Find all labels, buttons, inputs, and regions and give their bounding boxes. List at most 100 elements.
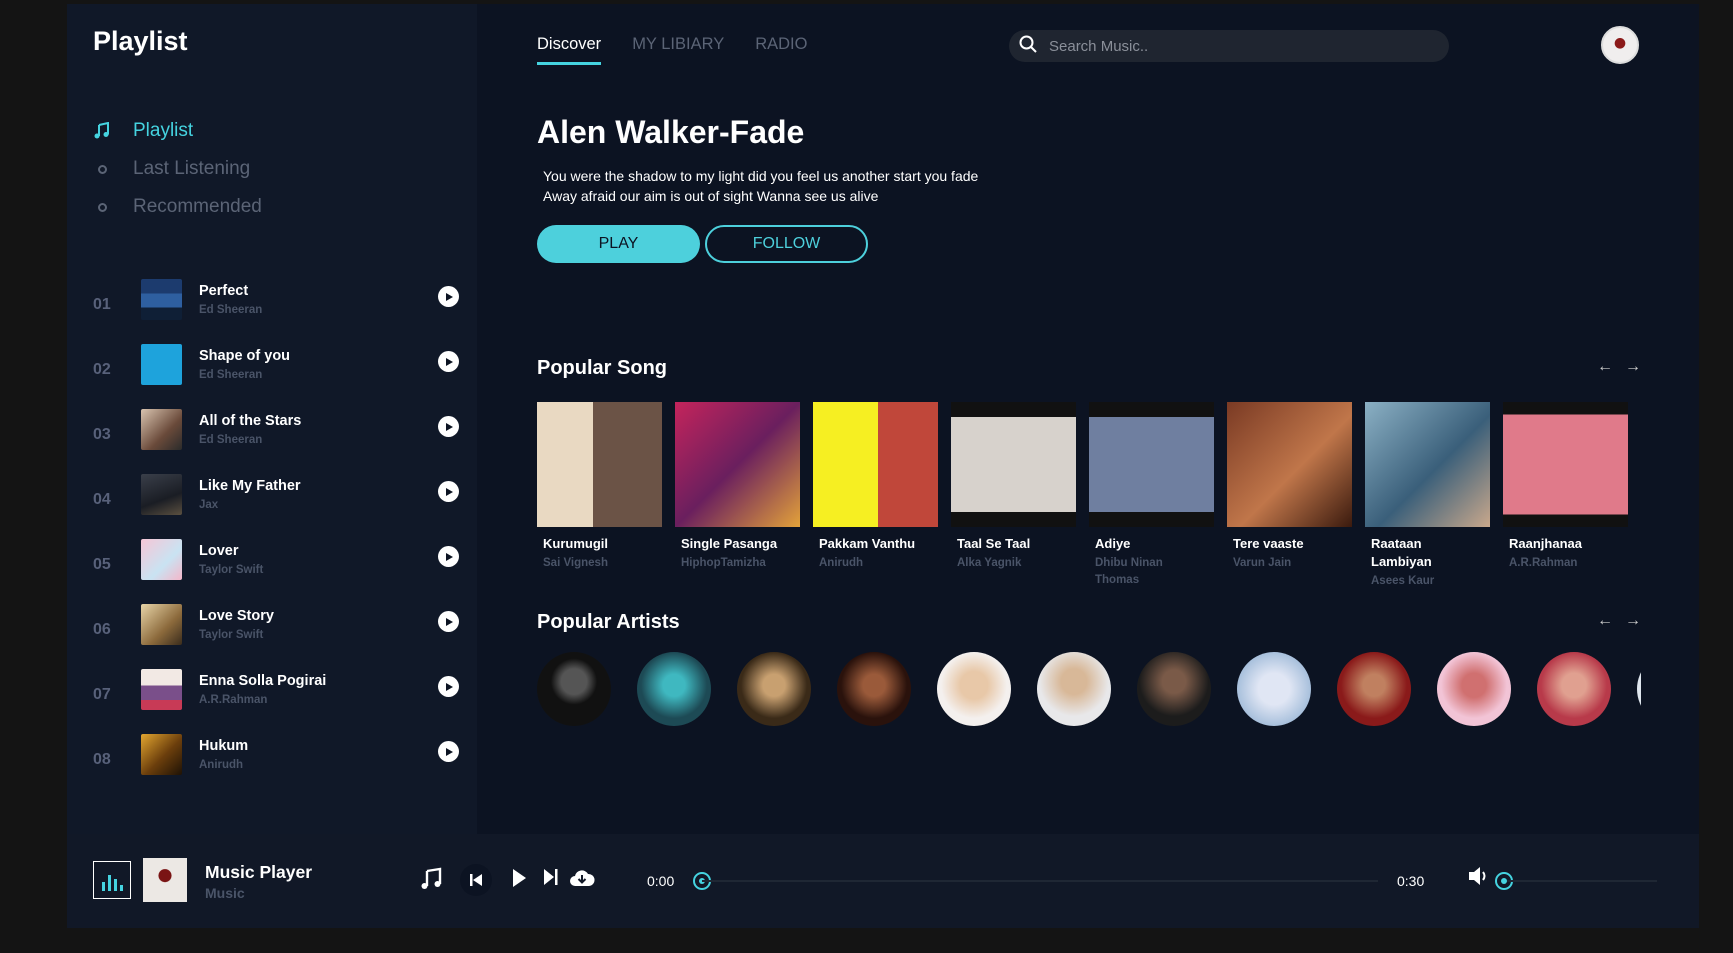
play-button[interactable]: PLAY [537, 225, 700, 263]
nav-item-last-listening[interactable]: Last Listening [93, 150, 262, 188]
artist-avatar[interactable] [737, 652, 811, 726]
song-list: 01 Perfect Ed Sheeran 02 Shape of you Ed… [93, 279, 459, 799]
artist-avatar[interactable] [537, 652, 611, 726]
album-art [141, 669, 182, 710]
card-title: Adiye [1095, 536, 1131, 551]
artist-avatar[interactable] [837, 652, 911, 726]
play-icon[interactable] [438, 416, 459, 437]
artist-avatar[interactable] [1537, 652, 1611, 726]
song-cover [537, 402, 662, 527]
nav-item-recommended[interactable]: Recommended [93, 188, 262, 226]
volume-slider[interactable] [1507, 880, 1657, 882]
song-card[interactable]: Kurumugil Sai Vignesh [537, 402, 662, 572]
search-input[interactable] [1049, 37, 1429, 55]
music-app: Playlist Playlist Last Listening Recomme… [67, 4, 1699, 928]
hero-title: Alen Walker-Fade [537, 114, 805, 150]
song-card[interactable]: Adiye Dhibu Ninan Thomas [1089, 402, 1214, 589]
download-icon[interactable] [569, 868, 595, 888]
card-artist: Asees Kaur [1371, 575, 1435, 587]
song-card[interactable]: Tere vaaste Varun Jain [1227, 402, 1352, 572]
tab-my-library[interactable]: MY LIBIARY [632, 35, 724, 65]
list-item[interactable]: 07 Enna Solla Pogirai A.R.Rahman [93, 669, 459, 734]
song-artist: Ed Sheeran [199, 304, 263, 316]
list-item[interactable]: 04 Like My Father Jax [93, 474, 459, 539]
list-item[interactable]: 01 Perfect Ed Sheeran [93, 279, 459, 344]
volume-icon[interactable] [1467, 865, 1491, 887]
song-title: All of the Stars [199, 413, 302, 429]
follow-button[interactable]: FOLLOW [705, 225, 868, 263]
play-icon[interactable] [438, 286, 459, 307]
song-number: 01 [93, 296, 111, 313]
tab-radio[interactable]: RADIO [755, 35, 807, 65]
album-art [141, 604, 182, 645]
song-cover [1089, 402, 1214, 527]
song-cover [1503, 402, 1628, 527]
play-icon[interactable] [438, 611, 459, 632]
nav-item-label: Playlist [133, 120, 194, 141]
music-note-icon[interactable] [419, 867, 443, 891]
now-playing-cover [143, 858, 187, 902]
current-time: 0:00 [647, 873, 675, 889]
list-item[interactable]: 06 Love Story Taylor Swift [93, 604, 459, 669]
song-artist: Ed Sheeran [199, 369, 263, 381]
list-item[interactable]: 05 Lover Taylor Swift [93, 539, 459, 604]
list-item[interactable]: 08 Hukum Anirudh [93, 734, 459, 799]
song-title: Like My Father [199, 478, 301, 494]
list-item[interactable]: 03 All of the Stars Ed Sheeran [93, 409, 459, 474]
card-artist: Alka Yagnik [957, 557, 1022, 569]
arrow-left-icon[interactable]: ← [1597, 612, 1613, 630]
play-icon[interactable] [438, 481, 459, 502]
progress-bar[interactable] [702, 880, 1378, 882]
now-playing-subtitle: Music [205, 885, 245, 901]
artist-avatar[interactable] [637, 652, 711, 726]
list-item[interactable]: 02 Shape of you Ed Sheeran [93, 344, 459, 409]
popular-song-list: Kurumugil Sai Vignesh Single Pasanga Hip… [537, 402, 1641, 602]
song-card[interactable]: Single Pasanga HiphopTamizha [675, 402, 800, 572]
song-number: 03 [93, 426, 111, 443]
song-card[interactable]: Raataan Lambiyan Asees Kaur [1365, 402, 1490, 590]
artist-avatar[interactable] [937, 652, 1011, 726]
album-art [141, 409, 182, 450]
artist-avatar[interactable] [1137, 652, 1211, 726]
nav-item-playlist[interactable]: Playlist [93, 112, 262, 150]
avatar[interactable] [1601, 26, 1639, 64]
song-number: 05 [93, 556, 111, 573]
search-bar[interactable] [1009, 30, 1449, 62]
artist-avatar[interactable] [1437, 652, 1511, 726]
popular-artists-nav: ← → [1597, 612, 1641, 630]
song-title: Lover [199, 543, 239, 559]
card-title: Kurumugil [543, 536, 608, 551]
play-pause-icon[interactable] [509, 867, 529, 889]
play-icon[interactable] [438, 546, 459, 567]
top-tabs: Discover MY LIBIARY RADIO [537, 35, 807, 65]
lyrics-line: Away afraid our aim is out of sight Wann… [543, 188, 879, 204]
arrow-right-icon[interactable]: → [1625, 358, 1641, 376]
artist-avatar[interactable] [1337, 652, 1411, 726]
song-artist: Jax [199, 499, 219, 511]
album-art [141, 734, 182, 775]
song-card[interactable]: Raanjhanaa A.R.Rahman [1503, 402, 1628, 572]
artist-avatar[interactable] [1037, 652, 1111, 726]
play-icon[interactable] [438, 351, 459, 372]
song-title: Enna Solla Pogirai [199, 673, 327, 689]
next-icon[interactable] [542, 867, 560, 887]
search-icon [1019, 35, 1037, 58]
song-title: Love Story [199, 608, 274, 624]
popular-song-nav: ← → [1597, 358, 1641, 376]
circle-icon [93, 198, 111, 216]
now-playing-title: Music Player [205, 862, 312, 882]
song-cover [1227, 402, 1352, 527]
song-card[interactable]: Pakkam Vanthu Anirudh [813, 402, 938, 572]
equalizer-icon[interactable] [93, 861, 131, 899]
song-card[interactable]: Taal Se Taal Alka Yagnik [951, 402, 1076, 572]
arrow-left-icon[interactable]: ← [1597, 358, 1613, 376]
previous-icon[interactable] [460, 864, 492, 896]
play-icon[interactable] [438, 676, 459, 697]
tab-discover[interactable]: Discover [537, 35, 602, 65]
arrow-right-icon[interactable]: → [1625, 612, 1641, 630]
artist-avatar[interactable] [1237, 652, 1311, 726]
artist-avatar-partial[interactable] [1637, 652, 1641, 726]
album-art [141, 539, 182, 580]
play-icon[interactable] [438, 741, 459, 762]
card-artist: HiphopTamizha [681, 557, 766, 569]
